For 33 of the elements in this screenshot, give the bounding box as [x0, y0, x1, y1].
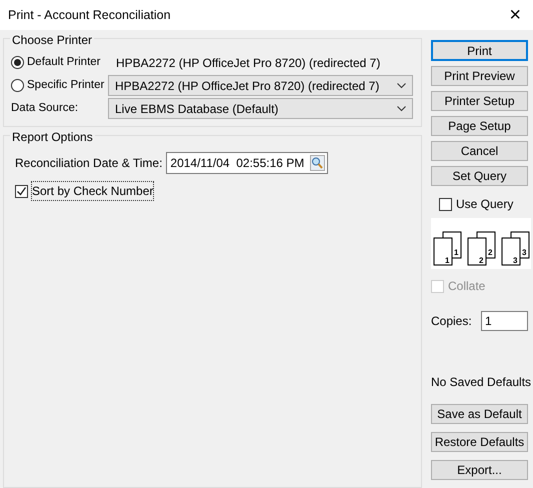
data-source-label: Data Source:	[10, 100, 80, 116]
caret-icon	[397, 82, 406, 88]
close-button[interactable]: ×	[505, 5, 525, 25]
window-title: Print - Account Reconciliation	[8, 6, 171, 24]
checkbox-label: Collate	[448, 278, 486, 295]
date-label: Reconciliation Date & Time:	[15, 155, 162, 172]
radio-button[interactable]	[11, 79, 24, 92]
button[interactable]: Printer Setup	[431, 91, 528, 111]
caret-icon	[397, 106, 406, 112]
radio-label: Specific Printer	[27, 78, 104, 93]
checkbox[interactable]	[15, 184, 28, 198]
button[interactable]: Cancel	[431, 141, 528, 161]
radio-label: Default Printer	[27, 54, 101, 70]
checkbox[interactable]	[439, 198, 452, 210]
printer-name: HPBA2272 (HP OfficeJet Pro 8720) (redirected 7)	[115, 54, 380, 72]
data-source-dropdown[interactable]: Live EBMS Database (Default)	[108, 98, 413, 119]
checkbox-label: Use Query	[456, 196, 514, 213]
button[interactable]: Print Preview	[431, 66, 528, 86]
status-text: No Saved Defaults	[431, 374, 528, 391]
button[interactable]: Print	[431, 40, 528, 61]
button[interactable]: Save as Default	[431, 404, 528, 424]
radio-button[interactable]	[11, 56, 24, 69]
copies-field[interactable]: 1	[481, 311, 528, 331]
button[interactable]: Set Query	[431, 166, 528, 186]
button[interactable]: Restore Defaults	[431, 432, 528, 452]
button[interactable]: Page Setup	[431, 116, 528, 136]
collate-drawing: 1 1 2 2 3 3	[431, 218, 531, 269]
copies-label: Copies:	[431, 313, 472, 330]
printer-dropdown[interactable]: HPBA2272 (HP OfficeJet Pro 8720) (redirected 7)	[108, 75, 413, 96]
date-field[interactable]: 2014/11/04 02:55:16 PM	[166, 152, 328, 174]
search-icon[interactable]	[310, 155, 326, 171]
button[interactable]: Export...	[431, 460, 528, 480]
checkbox-label: Sort by Check Number	[32, 182, 154, 200]
